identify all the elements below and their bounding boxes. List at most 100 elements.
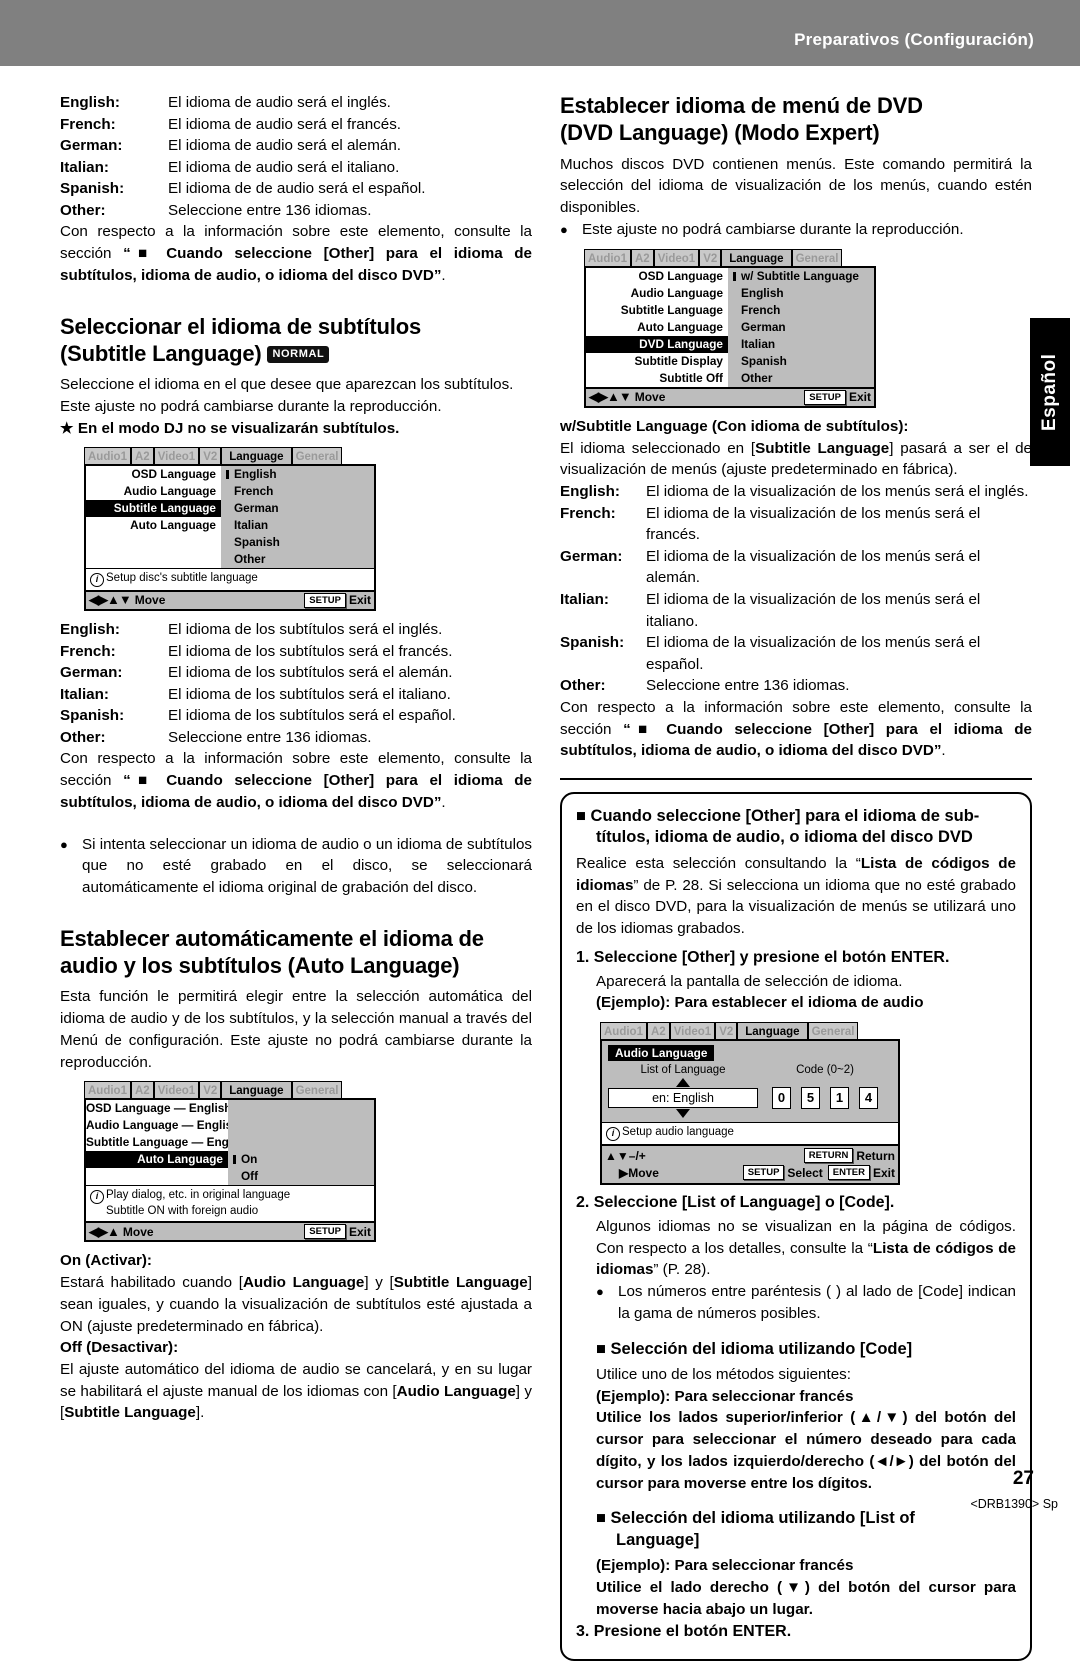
osd-tab-language[interactable]: Language — [721, 248, 792, 266]
osd-option-italian[interactable]: Italian — [732, 336, 874, 353]
osd-option-english[interactable]: English — [732, 285, 874, 302]
code-digit-2[interactable]: 5 — [801, 1087, 820, 1110]
language-list-value[interactable]: en: English — [608, 1088, 758, 1109]
triangle-up-icon[interactable] — [676, 1078, 690, 1088]
setup-key-icon[interactable]: SETUP — [804, 389, 846, 405]
osd-tab-video1[interactable]: Video1 — [653, 248, 700, 266]
osd-tab-audio1[interactable]: Audio1 — [84, 446, 131, 464]
osd-option-french[interactable]: French — [225, 483, 374, 500]
osd-tab-video1[interactable]: Video1 — [153, 446, 200, 464]
osd-item-subtitle-language[interactable]: Subtitle Language — [586, 302, 728, 319]
code-digit-1[interactable]: 0 — [772, 1087, 791, 1110]
osd-tab-audio1[interactable]: Audio1 — [84, 1081, 131, 1099]
osd-tab-v2[interactable]: V2 — [715, 1022, 738, 1040]
bullet-text: Este ajuste no podrá cambiarse durante l… — [582, 220, 964, 238]
definition-description: El idioma de la visualización de los men… — [646, 504, 981, 544]
definition-description: El idioma de los subtítulos será el alem… — [168, 664, 453, 682]
osd-rows: OSD Language — English Audio Language — … — [86, 1100, 374, 1186]
on-desc-part1: Estará habilitado cuando [ — [60, 1274, 243, 1292]
osd-option-other[interactable]: Other — [732, 370, 874, 387]
osd-info-bar: i Setup audio language — [602, 1122, 898, 1145]
osd-tab-video1[interactable]: Video1 — [669, 1022, 716, 1040]
label-code-range: Code (0~2) — [796, 1064, 854, 1077]
osd-code-title: Audio Language — [608, 1045, 715, 1062]
definition-description: El idioma de la visualización de los men… — [646, 590, 981, 630]
language-list-selector[interactable]: en: English — [608, 1078, 758, 1119]
osd-item-auto-language[interactable]: Auto Language — [586, 319, 728, 336]
osd-option-french[interactable]: French — [732, 302, 874, 319]
osd-item-subtitle-language[interactable]: Subtitle Language — English — [86, 1134, 249, 1151]
side-tab-label: Español — [1039, 353, 1060, 431]
osd-info-text-line2: Subtitle ON with foreign audio — [106, 1205, 259, 1218]
osd-item-audio-language[interactable]: Audio Language — English — [86, 1117, 239, 1134]
subtitle-heading-line2: (Subtitle Language) — [60, 340, 262, 366]
osd-item-subtitle-language[interactable]: Subtitle Language — [86, 499, 221, 517]
dvd-heading-line2: (DVD Language) (Modo Expert) — [560, 120, 880, 146]
definition-term: Italian: — [60, 158, 109, 176]
osd-option-other[interactable]: Other — [225, 551, 374, 568]
return-key-icon[interactable]: RETURN — [803, 1148, 854, 1164]
osd-tab-general[interactable]: General — [291, 446, 343, 464]
osd-option-italian[interactable]: Italian — [225, 517, 374, 534]
osd-item-osd-language[interactable]: OSD Language — [586, 268, 728, 285]
code-digit-4[interactable]: 4 — [859, 1087, 878, 1110]
osd-footer-exit-label: Exit — [848, 390, 871, 405]
osd-body: OSD Language — English Audio Language — … — [84, 1098, 376, 1243]
osd-left-list: OSD Language Audio Language Subtitle Lan… — [86, 465, 221, 568]
osd-tab-language[interactable]: Language — [737, 1022, 808, 1040]
osd-option-spanish[interactable]: Spanish — [225, 534, 374, 551]
setup-key-icon[interactable]: SETUP — [304, 1224, 346, 1240]
osd-tab-general[interactable]: General — [791, 248, 843, 266]
definition-term: German: — [60, 137, 123, 155]
osd-item-osd-language[interactable]: OSD Language — [86, 466, 221, 483]
osd-item-auto-language[interactable]: Auto Language — [86, 517, 221, 534]
other-step-3: 3. Presione el botón ENTER. — [576, 1623, 792, 1641]
osd-option-english[interactable]: English — [225, 466, 374, 483]
osd-tab-language[interactable]: Language — [221, 446, 292, 464]
osd-tab-audio1[interactable]: Audio1 — [584, 248, 631, 266]
osd-item-audio-language[interactable]: Audio Language — [586, 285, 728, 302]
osd-tab-a2[interactable]: A2 — [630, 248, 654, 266]
osd-item-auto-language[interactable]: Auto Language — [86, 1151, 228, 1169]
osd-footer-bar: ◀▶▲ Move SETUP Exit — [86, 1221, 374, 1241]
osd-tab-v2[interactable]: V2 — [199, 1081, 222, 1099]
setup-key-icon[interactable]: SETUP — [742, 1165, 785, 1181]
other-step-2: 2. Seleccione [List of Language] o [Code… — [576, 1194, 895, 1212]
definition-term: Spanish: — [60, 180, 125, 198]
osd-tab-general[interactable]: General — [807, 1022, 859, 1040]
osd-item-dvd-language[interactable]: DVD Language — [586, 335, 728, 353]
osd-tab-a2[interactable]: A2 — [130, 446, 154, 464]
osd-option-german[interactable]: German — [225, 500, 374, 517]
osd-option-w-subtitle-language[interactable]: w/ Subtitle Language — [732, 268, 874, 285]
osd-option-list: w/ Subtitle Language English French Germ… — [728, 267, 874, 387]
info-icon: i — [90, 1190, 104, 1205]
osd-tab-general[interactable]: General — [291, 1081, 343, 1099]
enter-key-icon[interactable]: ENTER — [827, 1165, 870, 1181]
osd-item-subtitle-off[interactable]: Subtitle Off — [586, 370, 728, 387]
osd-tab-audio1[interactable]: Audio1 — [600, 1022, 647, 1040]
osd-option-german[interactable]: German — [732, 319, 874, 336]
triangle-down-icon[interactable] — [676, 1109, 690, 1119]
cross-ref-bold: “■ Cuando seleccione [Other] para el idi… — [560, 720, 1032, 760]
definition-row: French: El idioma de audio será el franc… — [60, 114, 532, 136]
on-desc-part2: ] y [ — [364, 1274, 394, 1292]
definition-description: El idioma de los subtítulos será el espa… — [168, 707, 456, 725]
osd-tab-language[interactable]: Language — [221, 1081, 292, 1099]
osd-option-spanish[interactable]: Spanish — [732, 353, 874, 370]
osd-option-off[interactable]: Off — [232, 1168, 374, 1185]
osd-tab-video1[interactable]: Video1 — [153, 1081, 200, 1099]
setup-key-icon[interactable]: SETUP — [304, 592, 346, 608]
osd-tab-v2[interactable]: V2 — [699, 248, 722, 266]
osd-item-audio-language[interactable]: Audio Language — [86, 483, 221, 500]
osd-tab-a2[interactable]: A2 — [646, 1022, 670, 1040]
osd-item-subtitle-display[interactable]: Subtitle Display — [586, 353, 728, 370]
osd-item-osd-language[interactable]: OSD Language — English — [86, 1100, 232, 1117]
cross-ref-period: . — [441, 266, 446, 284]
osd-option-on[interactable]: On — [232, 1151, 374, 1168]
osd-info-bar: i Play dialog, etc. in original language … — [86, 1185, 374, 1222]
code-digit-3[interactable]: 1 — [830, 1087, 849, 1110]
osd-tab-v2[interactable]: V2 — [199, 446, 222, 464]
definition-row: Italian: El idioma de los subtítulos ser… — [60, 684, 532, 706]
osd-tab-a2[interactable]: A2 — [130, 1081, 154, 1099]
definition-term: English: — [560, 483, 620, 501]
